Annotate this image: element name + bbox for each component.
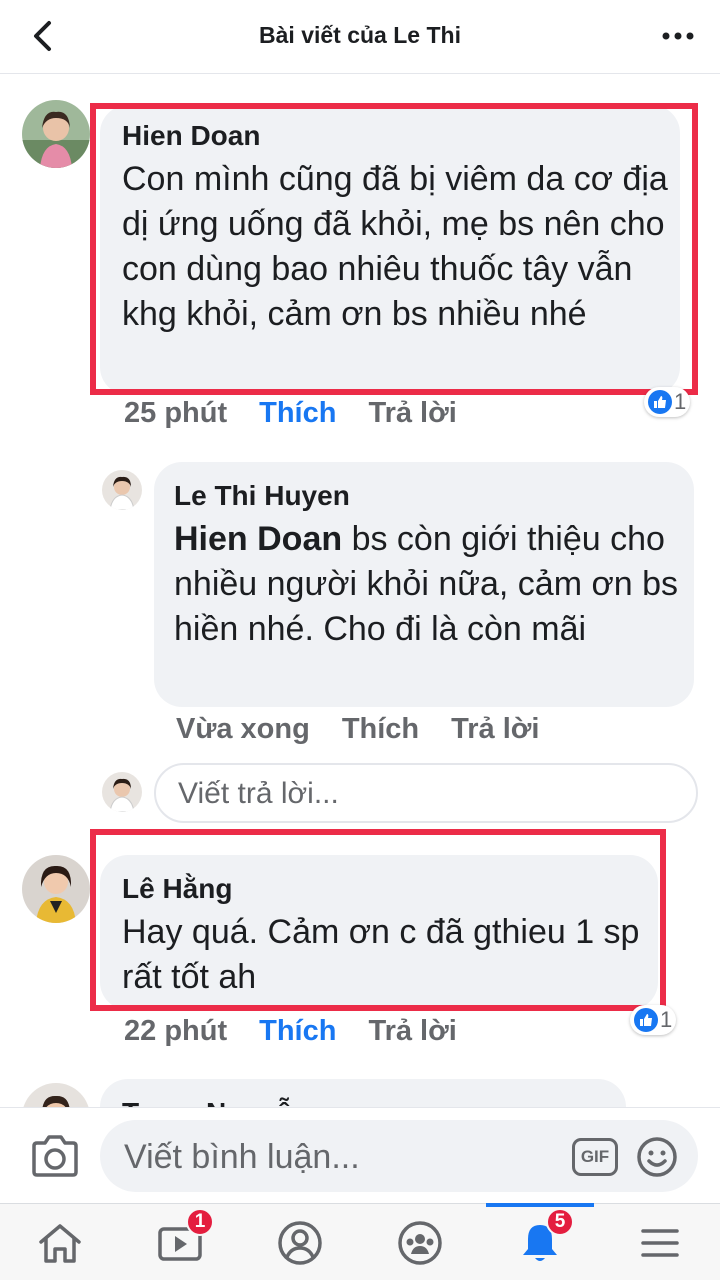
comment-time: 25 phút (124, 397, 228, 429)
mention[interactable]: Hien Doan (174, 520, 342, 558)
home-icon (39, 1224, 81, 1263)
emoji-button[interactable] (636, 1136, 678, 1178)
reply-text: Hien Doan bs còn giới thiệu cho nhiều ng… (174, 517, 684, 652)
nav-home[interactable] (30, 1218, 90, 1268)
nav-profile[interactable] (270, 1218, 330, 1268)
reply-button[interactable]: Trả lời (368, 1015, 456, 1048)
nav-watch[interactable]: 1 (150, 1208, 214, 1268)
reply-button[interactable]: Trả lời (368, 397, 456, 430)
highlight-box (90, 829, 666, 1011)
like-reaction-icon (634, 1008, 658, 1032)
active-tab-indicator (486, 1203, 594, 1207)
comment-time: 22 phút (124, 1015, 228, 1047)
notification-badge: 5 (546, 1208, 574, 1236)
like-button[interactable]: Thích (259, 1015, 336, 1048)
avatar[interactable] (22, 855, 90, 923)
emoji-icon (637, 1137, 677, 1177)
page-title: Bài viết của Le Thi (259, 22, 461, 48)
avatar[interactable] (22, 100, 90, 168)
camera-icon (32, 1135, 78, 1177)
nav-menu[interactable] (630, 1218, 690, 1268)
comment-bubble[interactable]: Trang Nguyễn (100, 1079, 626, 1107)
gif-button[interactable]: GIF (572, 1138, 618, 1176)
comment-actions: 25 phút Thích Trả lời (124, 397, 457, 430)
reply-bubble[interactable]: Le Thi Huyen Hien Doan bs còn giới thiệu… (154, 462, 694, 707)
like-button[interactable]: Thích (342, 713, 419, 746)
more-horizontal-icon (662, 32, 694, 40)
reply-time: Vừa xong (176, 713, 310, 745)
avatar[interactable] (22, 1083, 90, 1107)
comment-actions: 22 phút Thích Trả lời (124, 1015, 457, 1048)
reply-input[interactable]: Viết trả lời... (154, 763, 698, 823)
notification-badge: 1 (186, 1208, 214, 1236)
comment-placeholder: Viết bình luận... (124, 1138, 360, 1176)
comment-composer: Viết bình luận... GIF (0, 1107, 720, 1203)
top-bar: Bài viết của Le Thi (0, 0, 720, 74)
groups-icon (398, 1221, 442, 1265)
camera-button[interactable] (30, 1134, 80, 1178)
like-button[interactable]: Thích (259, 397, 336, 430)
profile-icon (278, 1221, 322, 1265)
avatar[interactable] (102, 470, 142, 510)
reaction-number: 1 (674, 389, 687, 414)
nav-notifications[interactable]: 5 (510, 1208, 574, 1268)
reaction-number: 1 (660, 1007, 673, 1032)
reply-button[interactable]: Trả lời (451, 713, 539, 746)
comment-author[interactable]: Trang Nguyễn (122, 1097, 309, 1107)
highlight-box (90, 103, 698, 395)
reply-actions: Vừa xong Thích Trả lời (176, 713, 539, 746)
comment-input[interactable]: Viết bình luận... GIF (100, 1120, 698, 1192)
avatar (102, 772, 142, 812)
menu-icon (641, 1229, 679, 1257)
more-options-button[interactable] (658, 18, 698, 54)
reaction-count[interactable]: 1 (644, 387, 691, 417)
reply-author[interactable]: Le Thi Huyen (174, 480, 350, 512)
like-reaction-icon (648, 390, 672, 414)
bottom-nav: 1 5 (0, 1203, 720, 1280)
comments-feed[interactable]: Hien Doan Con mình cũng đã bị viêm da cơ… (0, 75, 720, 1107)
reaction-count[interactable]: 1 (630, 1005, 677, 1035)
nav-groups[interactable] (390, 1218, 450, 1268)
